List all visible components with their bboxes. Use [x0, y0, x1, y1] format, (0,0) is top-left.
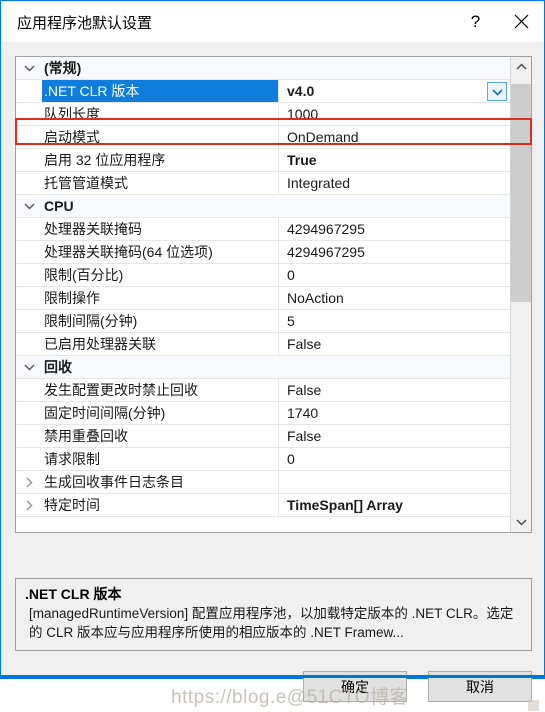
property-value[interactable]: False [278, 333, 510, 355]
property-name: 请求限制 [44, 451, 100, 467]
question-mark-icon: ? [470, 11, 481, 31]
chevron-right-icon[interactable] [16, 476, 42, 488]
property-row[interactable]: 托管管道模式 Integrated [16, 172, 510, 195]
property-grid: (常规) .NET CLR 版本 v4.0 队列长度 1000 启动模式 OnDemand 启… [15, 56, 532, 533]
property-value[interactable]: 1740 [278, 402, 510, 424]
property-name: 生成回收事件日志条目 [44, 474, 184, 490]
chevron-down-icon[interactable] [16, 64, 42, 72]
chevron-down-icon[interactable] [16, 202, 42, 210]
title-bar: 应用程序池默认设置 ? [1, 1, 544, 42]
close-button[interactable] [499, 1, 544, 42]
chevron-down-icon[interactable] [16, 363, 42, 371]
property-value[interactable]: 0 [278, 264, 510, 286]
window-title: 应用程序池默认设置 [17, 15, 153, 32]
property-category-row[interactable]: (常规) [16, 57, 510, 80]
property-name: 固定时间间隔(分钟) [44, 405, 166, 421]
property-row[interactable]: 已启用处理器关联 False [16, 333, 510, 356]
property-value[interactable] [278, 471, 510, 493]
property-name: 限制间隔(分钟) [44, 313, 138, 329]
property-name: 已启用处理器关联 [44, 336, 156, 352]
property-row[interactable]: 限制(百分比) 0 [16, 264, 510, 287]
property-name: 处理器关联掩码(64 位选项) [44, 244, 213, 260]
property-category-row[interactable]: 回收 [16, 356, 510, 379]
property-row[interactable]: .NET CLR 版本 v4.0 [16, 80, 510, 103]
property-value[interactable]: True [278, 149, 510, 171]
property-row[interactable]: 禁用重叠回收 False [16, 425, 510, 448]
scroll-down-icon[interactable] [511, 512, 531, 532]
property-value[interactable]: 4294967295 [278, 241, 510, 263]
property-row[interactable]: 限制操作 NoAction [16, 287, 510, 310]
description-pane: .NET CLR 版本 [managedRuntimeVersion] 配置应用… [15, 578, 532, 651]
property-name: 回收 [44, 359, 72, 375]
property-row[interactable]: 请求限制 0 [16, 448, 510, 471]
app-pool-defaults-dialog: 应用程序池默认设置 ? (常规) .NET CLR 版本 v4.0 队列长度 1000 启… [0, 0, 545, 711]
property-name: 托管管道模式 [44, 175, 128, 191]
property-row[interactable]: 队列长度 1000 [16, 103, 510, 126]
property-name: .NET CLR 版本 [42, 80, 278, 102]
property-value[interactable] [278, 356, 510, 378]
property-row[interactable]: 处理器关联掩码 4294967295 [16, 218, 510, 241]
property-name: 队列长度 [44, 106, 100, 122]
chevron-right-icon[interactable] [16, 499, 42, 511]
property-value[interactable]: TimeSpan[] Array [278, 494, 510, 516]
property-name: 限制(百分比) [44, 267, 124, 283]
property-row[interactable]: 处理器关联掩码(64 位选项) 4294967295 [16, 241, 510, 264]
property-value[interactable] [278, 195, 510, 217]
property-value[interactable]: 0 [278, 448, 510, 470]
property-row[interactable]: 特定时间 TimeSpan[] Array [16, 494, 510, 517]
property-name: (常规) [44, 60, 82, 76]
property-value[interactable]: False [278, 425, 510, 447]
property-row[interactable]: 启用 32 位应用程序 True [16, 149, 510, 172]
property-value[interactable]: 5 [278, 310, 510, 332]
property-value[interactable]: Integrated [278, 172, 510, 194]
bottom-accent-rule [1, 675, 545, 678]
help-button[interactable]: ? [453, 1, 498, 42]
property-name: 特定时间 [44, 497, 100, 513]
description-title: .NET CLR 版本 [25, 586, 122, 602]
property-row[interactable]: 启动模式 OnDemand [16, 126, 510, 149]
scrollbar-thumb[interactable] [511, 84, 531, 302]
property-value[interactable]: NoAction [278, 287, 510, 309]
description-text: [managedRuntimeVersion] 配置应用程序池，以加载特定版本的… [29, 606, 514, 640]
value-dropdown-button[interactable] [487, 82, 507, 101]
property-row[interactable]: 固定时间间隔(分钟) 1740 [16, 402, 510, 425]
property-name: 启用 32 位应用程序 [44, 152, 166, 168]
property-name: 启动模式 [44, 129, 100, 145]
property-value[interactable]: v4.0 [278, 80, 510, 102]
property-row[interactable]: 生成回收事件日志条目 [16, 471, 510, 494]
property-grid-rows[interactable]: (常规) .NET CLR 版本 v4.0 队列长度 1000 启动模式 OnDemand 启… [16, 57, 510, 532]
property-name: 禁用重叠回收 [44, 428, 128, 444]
property-value[interactable]: OnDemand [278, 126, 510, 148]
property-category-row[interactable]: CPU [16, 195, 510, 218]
property-name: 处理器关联掩码 [44, 221, 142, 237]
property-row[interactable]: 发生配置更改时禁止回收 False [16, 379, 510, 402]
property-value[interactable]: 1000 [278, 103, 510, 125]
scroll-up-icon[interactable] [511, 57, 531, 77]
property-name: CPU [44, 198, 74, 214]
property-name: 发生配置更改时禁止回收 [44, 382, 198, 398]
close-icon [514, 14, 529, 29]
property-value[interactable]: False [278, 379, 510, 401]
property-grid-scrollbar[interactable] [510, 57, 531, 532]
property-value[interactable] [278, 57, 510, 79]
dialog-body: (常规) .NET CLR 版本 v4.0 队列长度 1000 启动模式 OnDemand 启… [1, 42, 545, 711]
property-value[interactable]: 4294967295 [278, 218, 510, 240]
property-row[interactable]: 限制间隔(分钟) 5 [16, 310, 510, 333]
property-name: 限制操作 [44, 290, 100, 306]
